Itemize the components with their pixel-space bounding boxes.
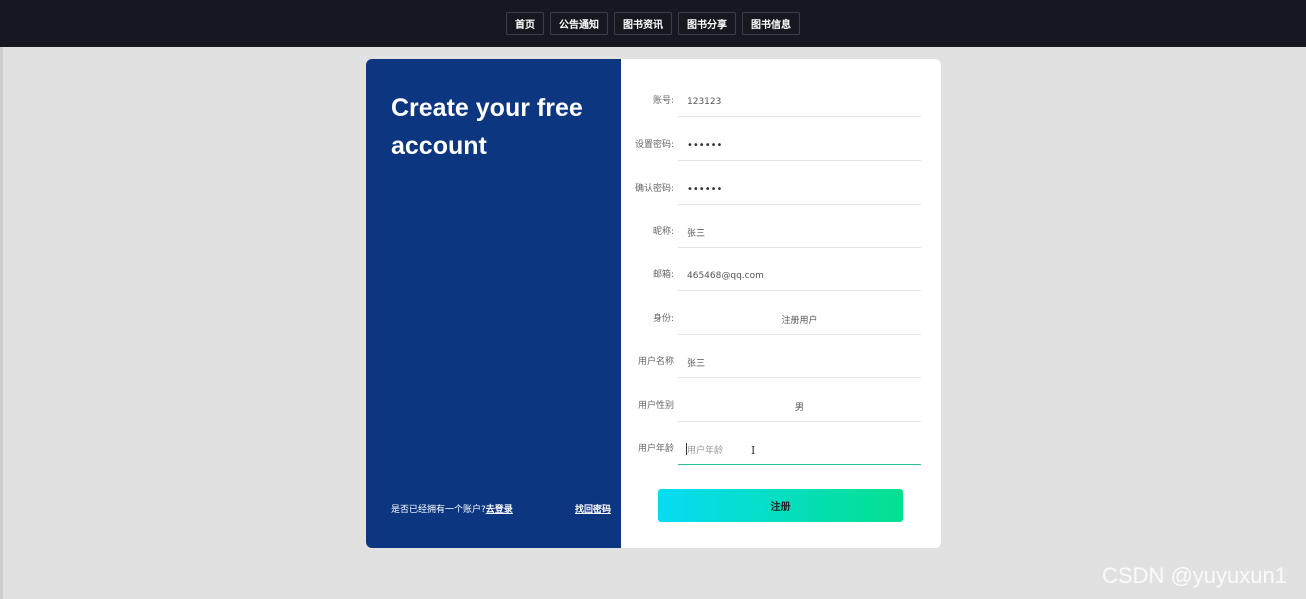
nav-book-info[interactable]: 图书信息 <box>742 12 800 35</box>
text-caret <box>686 443 687 455</box>
go-login-link[interactable]: 去登录 <box>486 502 513 515</box>
form-row-account: 账号: 123123 <box>621 65 941 117</box>
age-label: 用户年龄 <box>637 444 674 454</box>
register-button[interactable]: 注册 <box>658 489 903 522</box>
forgot-password-link[interactable]: 找回密码 <box>575 502 611 515</box>
ibeam-cursor-icon: I <box>751 444 756 457</box>
left-edge-strip <box>0 47 3 599</box>
form-row-age: 用户年龄 用户年龄 I <box>621 413 941 465</box>
form-row-identity: 身份: 注册用户 <box>621 283 941 335</box>
username-label: 用户名称 <box>637 357 674 367</box>
gender-label: 用户性别 <box>637 401 674 411</box>
register-form: 账号: 123123 设置密码: •••••• 确认密码: •••••• 昵称:… <box>621 59 941 548</box>
form-row-username: 用户名称 张三 <box>621 326 941 378</box>
nav-announcements[interactable]: 公告通知 <box>550 12 608 35</box>
form-row-gender: 用户性别 男 <box>621 370 941 422</box>
register-title: Create your free account <box>391 94 583 160</box>
register-card: Create your free account 是否已经拥有一个账户? 去登录 … <box>366 59 941 548</box>
nav-book-news[interactable]: 图书资讯 <box>614 12 672 35</box>
have-account-prompt: 是否已经拥有一个账户? <box>391 505 486 515</box>
form-row-password: 设置密码: •••••• <box>621 109 941 161</box>
email-label: 邮箱: <box>652 270 674 280</box>
form-row-email: 邮箱: 465468@qq.com <box>621 239 941 291</box>
identity-label: 身份: <box>652 314 674 324</box>
nav-home[interactable]: 首页 <box>506 12 544 35</box>
password-label: 设置密码: <box>634 140 674 150</box>
nav-book-share[interactable]: 图书分享 <box>678 12 736 35</box>
account-label: 账号: <box>652 96 674 106</box>
top-navbar: 首页 公告通知 图书资讯 图书分享 图书信息 <box>0 0 1306 47</box>
nickname-label: 昵称: <box>652 227 674 237</box>
register-footer: 是否已经拥有一个账户? 去登录 找回密码 <box>391 502 611 515</box>
age-input-placeholder: 用户年龄 <box>687 446 724 456</box>
form-row-nickname: 昵称: 张三 <box>621 196 941 248</box>
form-row-confirm-password: 确认密码: •••••• <box>621 153 941 205</box>
csdn-watermark: CSDN @yuyuxun1 <box>1102 563 1287 588</box>
register-hero-panel: Create your free account 是否已经拥有一个账户? 去登录 … <box>366 59 621 548</box>
confirm-password-label: 确认密码: <box>634 184 674 194</box>
age-input[interactable]: 用户年龄 I <box>678 435 921 465</box>
